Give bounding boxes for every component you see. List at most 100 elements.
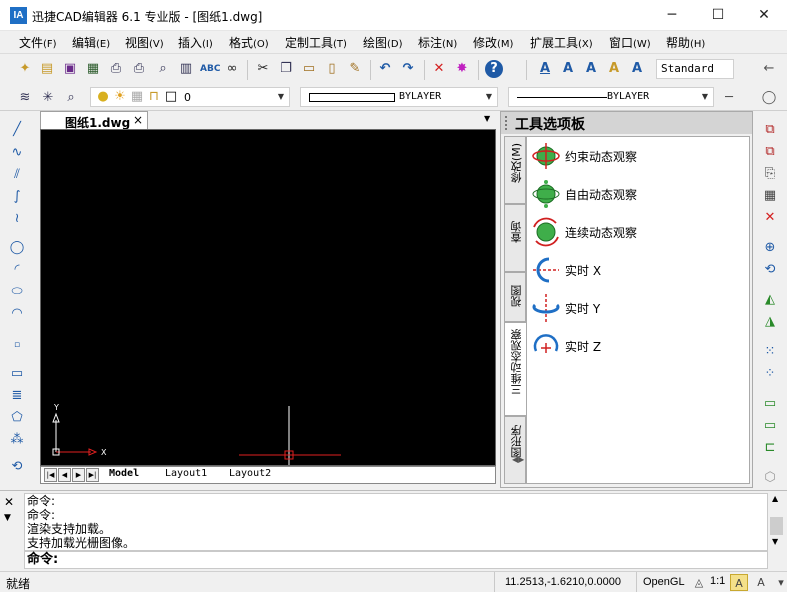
multiline-icon[interactable]: ⫽ <box>8 166 26 184</box>
color-select[interactable]: BYLAYER ▼ <box>300 87 498 107</box>
palette-tab-query[interactable]: 查询 <box>504 204 526 272</box>
cad-app-icon[interactable]: IA <box>10 7 27 24</box>
break-icon[interactable]: ▭ <box>761 395 779 413</box>
rotate-icon[interactable]: ⟲ <box>761 261 779 279</box>
render-mode[interactable]: OpenGL <box>636 572 685 592</box>
chamfer-icon[interactable]: ⊏ <box>761 439 779 457</box>
tab-layout2[interactable]: Layout2 <box>229 468 271 479</box>
last-layout-icon[interactable]: ▶| <box>86 468 99 482</box>
palette-tab-view[interactable]: 视图 <box>504 272 526 322</box>
palette-item-realtime-x[interactable]: 实时 X <box>529 253 747 287</box>
palette-item-continuous-orbit[interactable]: 连续动态观察 <box>529 215 747 249</box>
point-icon[interactable]: ▫ <box>8 336 26 354</box>
minimize-button[interactable]: ─ <box>649 0 695 31</box>
extend-icon[interactable]: ⁘ <box>761 365 779 383</box>
circle-icon[interactable]: ◯ <box>8 239 26 257</box>
palette-item-realtime-z[interactable]: 实时 Z <box>529 329 747 363</box>
command-close-icon[interactable]: ✕ <box>4 495 14 509</box>
text-style-select[interactable]: Standard <box>656 59 734 79</box>
menu-dimension[interactable]: 标注(N) <box>418 34 457 51</box>
ellipse-arc-icon[interactable]: ◠ <box>8 305 26 323</box>
toolbar-overflow-icon[interactable]: ← <box>760 60 778 78</box>
menu-window[interactable]: 窗口(W) <box>609 34 651 51</box>
refresh-icon[interactable]: ⟲ <box>8 458 26 476</box>
help-icon[interactable]: ? <box>485 60 503 78</box>
explode-icon[interactable]: ⬡ <box>761 469 779 487</box>
freehand-icon[interactable]: ≀ <box>8 210 26 228</box>
menu-modify[interactable]: 修改(M) <box>473 34 513 51</box>
cut-icon[interactable]: ✂ <box>254 60 272 78</box>
line-icon[interactable]: ╱ <box>8 121 26 139</box>
rectangle-icon[interactable]: ▭ <box>8 365 26 383</box>
linetype-select[interactable]: BYLAYER ▼ <box>508 87 714 107</box>
annotation-scale[interactable]: 1:1 <box>710 575 725 587</box>
annotation-visibility-icon[interactable]: A <box>730 574 748 591</box>
join-icon[interactable]: ▭ <box>761 417 779 435</box>
palette-item-constrained-orbit[interactable]: 约束动态观察 <box>529 139 747 173</box>
paste-icon[interactable]: ▭ <box>300 60 318 78</box>
delete-object-icon[interactable]: ✕ <box>761 209 779 227</box>
offset-icon[interactable]: ⎘ <box>761 165 779 183</box>
maximize-button[interactable]: ☐ <box>695 0 741 31</box>
menu-draw[interactable]: 绘图(D) <box>363 34 403 51</box>
layer-select[interactable]: ● ☀ ▦ ⊓ □ 0 ▼ <box>90 87 290 107</box>
new-file-icon[interactable]: ✦ <box>16 60 34 78</box>
undo-icon[interactable]: ↶ <box>376 60 394 78</box>
stretch-icon[interactable]: ◮ <box>761 313 779 331</box>
erase-icon[interactable]: ✕ <box>430 60 448 78</box>
plot-icon[interactable]: ⎙ <box>130 60 148 78</box>
first-layout-icon[interactable]: |◀ <box>44 468 57 482</box>
polyline-icon[interactable]: ∿ <box>8 144 26 162</box>
scroll-down-icon[interactable]: ▼ <box>772 537 778 546</box>
print-icon[interactable]: ⎙ <box>107 60 125 78</box>
menu-edit[interactable]: 编辑(E) <box>72 34 110 51</box>
print-preview-icon[interactable]: ⌕ <box>154 60 172 78</box>
scale-icon[interactable]: ◭ <box>761 291 779 309</box>
color-dropdown-arrow-icon[interactable]: ▼ <box>483 88 495 106</box>
move-icon[interactable]: ⊕ <box>761 239 779 257</box>
spline-icon[interactable]: ∫ <box>8 188 26 206</box>
find-text-icon[interactable]: A <box>628 60 646 78</box>
toolbar-overflow-2-icon[interactable]: ◯ <box>760 89 778 107</box>
palette-title-bar[interactable]: 工具选项板 <box>501 112 752 134</box>
save-icon[interactable]: ▣ <box>61 60 79 78</box>
layer-manager-icon[interactable]: ≋ <box>16 89 34 107</box>
next-layout-icon[interactable]: ▶ <box>72 468 85 482</box>
layer-state-icon[interactable]: ✳ <box>39 89 57 107</box>
find-binoculars-icon[interactable]: ∞ <box>223 60 241 78</box>
ellipse-icon[interactable]: ⬭ <box>8 283 26 301</box>
polygon-icon[interactable]: ⬠ <box>8 409 26 427</box>
status-menu-arrow-icon[interactable]: ▾ <box>772 574 787 591</box>
edit-text-icon[interactable]: A <box>605 60 623 78</box>
save-as-icon[interactable]: ▦ <box>84 60 102 78</box>
close-button[interactable]: ✕ <box>741 0 787 31</box>
hatch-icon[interactable]: ≣ <box>8 387 26 405</box>
palette-item-free-orbit[interactable]: 自由动态观察 <box>529 177 747 211</box>
array-icon[interactable]: ▦ <box>761 187 779 205</box>
regen-icon[interactable]: ✸ <box>453 60 471 78</box>
prev-layout-icon[interactable]: ◀ <box>58 468 71 482</box>
spell-check-icon[interactable]: ABC <box>200 60 220 78</box>
scroll-up-icon[interactable]: ▲ <box>772 494 778 503</box>
menu-format[interactable]: 格式(O) <box>229 34 269 51</box>
menu-file[interactable]: 文件(F) <box>19 34 57 51</box>
auto-scale-icon[interactable]: A <box>752 574 770 591</box>
annotation-scale-icon[interactable]: ◬ <box>690 574 708 591</box>
command-menu-arrow-icon[interactable]: ▼ <box>4 513 11 523</box>
palette-tab-modify[interactable]: 修改(M) <box>504 136 526 204</box>
single-line-text-icon[interactable]: A <box>559 60 577 78</box>
palette-item-realtime-y[interactable]: 实时 Y <box>529 291 747 325</box>
coordinate-readout[interactable]: 11.2513,-1.6210,0.0000 <box>494 572 621 592</box>
open-file-icon[interactable]: ▤ <box>38 60 56 78</box>
menu-help[interactable]: 帮助(H) <box>666 34 705 51</box>
command-input[interactable]: 命令: <box>24 551 768 569</box>
paste-special-icon[interactable]: ▯ <box>323 60 341 78</box>
region-icon[interactable]: ⁂ <box>8 431 26 449</box>
menu-extended-tools[interactable]: 扩展工具(X) <box>530 34 593 51</box>
tab-layout1[interactable]: Layout1 <box>165 468 207 479</box>
multiline-text-icon[interactable]: A <box>582 60 600 78</box>
palette-tab-draw-order[interactable]: 图形序 <box>504 416 526 484</box>
tab-list-arrow-icon[interactable]: ▼ <box>484 114 490 123</box>
menu-view[interactable]: 视图(V) <box>125 34 164 51</box>
linetype-dropdown-arrow-icon[interactable]: ▼ <box>699 88 711 106</box>
